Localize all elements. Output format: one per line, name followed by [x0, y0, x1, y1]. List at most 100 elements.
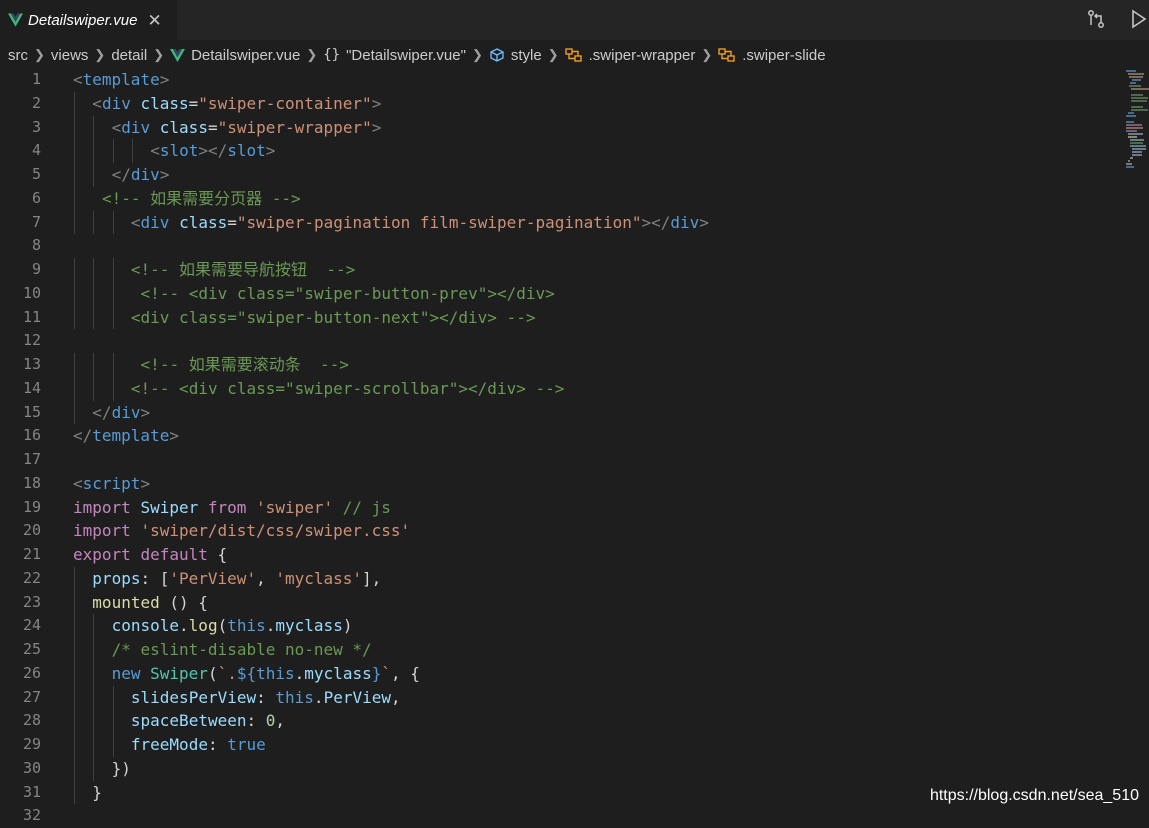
breadcrumb-detail[interactable]: detail — [111, 47, 147, 64]
code-line[interactable]: 26 new Swiper(`.${this.myclass}`, { — [0, 661, 1149, 686]
code-token: div — [111, 402, 141, 422]
code-token: props — [92, 568, 141, 588]
code-token: myclass — [304, 663, 372, 683]
code-line[interactable]: 1 <template> — [0, 68, 1149, 92]
tab-detailswiper[interactable]: Detailswiper.vue ✕ — [0, 0, 177, 40]
line-number: 25 — [22, 640, 41, 658]
line-number: 6 — [31, 188, 41, 207]
code-token: template — [92, 426, 170, 446]
breadcrumb-swiper-slide[interactable]: .swiper-slide — [718, 47, 826, 64]
code-line[interactable]: 7 <div class="swiper-pagination film-swip… — [0, 210, 1149, 235]
breadcrumb-file[interactable]: Detailswiper.vue — [170, 47, 300, 64]
indent-guide — [93, 210, 95, 235]
line-number: 30 — [22, 758, 41, 777]
code-token: new — [111, 663, 141, 683]
code-line[interactable]: 5 </div> — [0, 163, 1149, 187]
minimap[interactable] — [1124, 68, 1149, 178]
line-code: mounted () { — [92, 591, 208, 615]
code-token: // js — [342, 497, 391, 517]
breadcrumb-swiper-wrapper[interactable]: .swiper-wrapper — [564, 47, 695, 64]
breadcrumb-style[interactable]: style — [489, 47, 542, 64]
code-token: mounted — [92, 592, 160, 612]
code-token: "swiper-wrapper" — [217, 117, 372, 137]
tab-bar: Detailswiper.vue ✕ — [0, 0, 1149, 40]
braces-icon: {} — [323, 47, 341, 63]
line-code: </div> — [112, 163, 170, 187]
code-token: , — [391, 687, 401, 707]
line-code: <template> — [73, 68, 169, 92]
source-control-compare-icon[interactable] — [1085, 8, 1107, 30]
code-line[interactable]: 28 spaceBetween: 0, — [0, 709, 1149, 733]
code-token: "swiper-container" — [198, 93, 372, 113]
indent-guide — [74, 661, 75, 686]
breadcrumb-views[interactable]: views — [51, 47, 89, 64]
code-line[interactable]: 18 <script> — [0, 472, 1149, 496]
code-line[interactable]: 20 import 'swiper/dist/css/swiper.css' — [0, 519, 1149, 543]
code-token: > — [159, 70, 170, 89]
code-line[interactable]: 23 mounted () { — [0, 590, 1149, 615]
indent-guide — [74, 780, 75, 805]
code-line[interactable]: 2 <div class="swiper-container"> — [0, 91, 1149, 116]
close-icon[interactable]: ✕ — [148, 12, 162, 29]
code-line[interactable]: 17 — [0, 448, 1149, 472]
chevron-right-icon: ❯ — [34, 47, 45, 62]
code-line[interactable]: 8 — [0, 234, 1149, 258]
indent-guide — [93, 353, 95, 377]
code-editor[interactable]: 1 <template> 2 <div class="swiper-container… — [0, 68, 1149, 824]
code-line[interactable]: 16 </template> — [0, 424, 1149, 448]
code-token: div — [130, 165, 160, 184]
code-token: true — [227, 735, 266, 754]
code-token: : — [256, 687, 276, 707]
code-token: ></ — [641, 212, 671, 232]
line-number: 5 — [31, 165, 41, 183]
code-line[interactable]: 21 export default { — [0, 543, 1149, 567]
code-line[interactable]: 10 <!-- <div class="swiper-button-prev"><… — [0, 281, 1149, 306]
code-token: 'PerView' — [169, 568, 257, 588]
code-line[interactable]: 11 <div class="swiper-button-next"></div>… — [0, 305, 1149, 330]
code-token: script — [82, 473, 141, 493]
code-token: Swiper — [150, 663, 208, 683]
code-line[interactable]: 27 slidesPerView: this.PerView, — [0, 685, 1149, 710]
code-token: PerView — [323, 687, 391, 707]
code-line[interactable]: 25 /* eslint-disable no-new */ — [0, 638, 1149, 662]
code-line[interactable]: 24 console.log(this.myclass) — [0, 614, 1149, 638]
code-line[interactable]: 14 <!-- <div class="swiper-scrollbar"></d… — [0, 376, 1149, 401]
line-number: 26 — [22, 663, 41, 682]
code-line[interactable]: 13 <!-- 如果需要滚动条 --> — [0, 353, 1149, 377]
line-code: new Swiper(`.${this.myclass}`, { — [112, 662, 420, 686]
code-line[interactable]: 3 <div class="swiper-wrapper"> — [0, 115, 1149, 140]
indent-guide — [74, 756, 75, 781]
code-token: </ — [73, 426, 93, 446]
line-code: /* eslint-disable no-new */ — [112, 638, 372, 662]
code-line[interactable]: 32 — [0, 804, 1149, 828]
code-token: , — [256, 568, 276, 588]
code-token: "swiper-pagination film-swiper-paginatio… — [236, 212, 642, 232]
line-number: 29 — [22, 735, 41, 753]
code-line[interactable]: 9 <!-- 如果需要导航按钮 --> — [0, 258, 1149, 282]
code-line[interactable]: 30}) — [0, 756, 1149, 781]
code-token: 'swiper' — [256, 497, 334, 517]
code-line[interactable]: 6 <!-- 如果需要分页器 --> — [0, 186, 1149, 211]
run-icon[interactable] — [1127, 8, 1149, 30]
code-line[interactable]: 15 </div> — [0, 400, 1149, 425]
code-line[interactable]: 12 — [0, 329, 1149, 353]
code-token: export — [73, 545, 131, 564]
line-code: import Swiper from 'swiper' // js — [73, 496, 391, 520]
vue-icon — [8, 13, 23, 27]
code-token: = — [207, 117, 218, 137]
code-line[interactable]: 22 props: ['PerView', 'myclass'], — [0, 566, 1149, 591]
breadcrumb-src[interactable]: src — [8, 47, 28, 64]
chevron-right-icon: ❯ — [153, 47, 165, 62]
line-number: 11 — [22, 307, 41, 326]
code-line[interactable]: 29 freeMode: true — [0, 733, 1149, 757]
code-line[interactable]: 19 import Swiper from 'swiper' // js — [0, 496, 1149, 520]
code-line[interactable]: 4 <slot></slot> — [0, 139, 1149, 163]
code-token: <!-- 如果需要分页器 --> — [101, 188, 301, 208]
line-code: <div class="swiper-pagination film-swipe… — [131, 211, 709, 235]
breadcrumb-module[interactable]: {} "Detailswiper.vue" — [323, 47, 466, 64]
code-token: ></ — [198, 141, 228, 161]
code-token: default — [140, 545, 208, 564]
selector-icon — [718, 47, 736, 63]
line-code: spaceBetween: 0, — [131, 709, 285, 733]
